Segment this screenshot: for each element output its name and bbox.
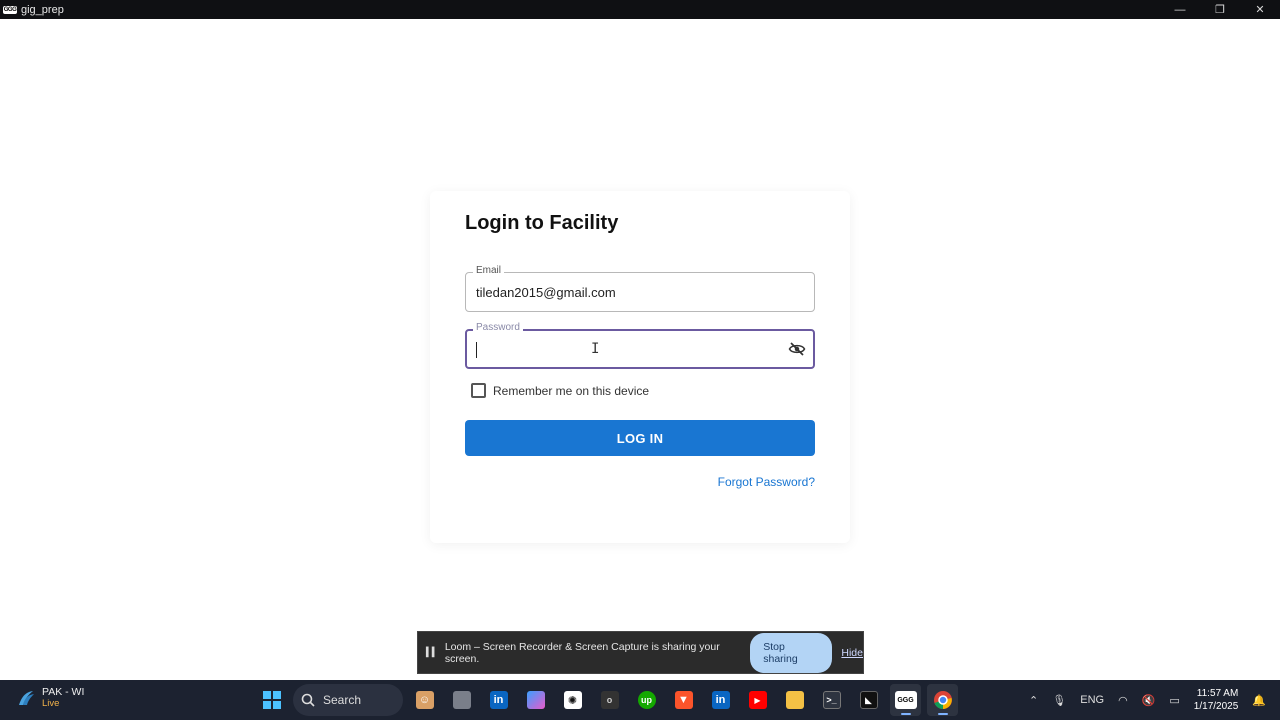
window-title: gig_prep	[21, 3, 64, 16]
chrome-icon[interactable]	[927, 684, 958, 716]
window-controls: — ❐ ✕	[1160, 0, 1280, 19]
text-caret	[476, 342, 477, 358]
search-label: Search	[323, 693, 362, 707]
loom-sharing-bar: ▍▍ Loom – Screen Recorder & Screen Captu…	[417, 631, 864, 674]
language-indicator[interactable]: ENG	[1080, 694, 1104, 706]
stop-sharing-button[interactable]: Stop sharing	[750, 632, 833, 673]
speaker-muted-icon[interactable]: 🔇	[1142, 694, 1156, 707]
linkedin-icon[interactable]: in	[705, 684, 736, 716]
cursor-icon[interactable]: ◣	[853, 684, 884, 716]
ggg-icon[interactable]: GGG	[890, 684, 921, 716]
close-button[interactable]: ✕	[1240, 0, 1280, 19]
search-icon	[301, 693, 315, 707]
login-card: Login to Facility Email tiledan2015@gmai…	[430, 191, 850, 543]
wifi-icon[interactable]: ◠	[1118, 694, 1128, 707]
battery-icon[interactable]: ▭	[1169, 694, 1179, 707]
ggg-label: GGG	[894, 691, 917, 709]
app-icon: GGG	[3, 5, 17, 14]
notification-bell-icon[interactable]: 🔔	[1252, 694, 1266, 707]
chatgpt-icon[interactable]: ✺	[557, 684, 588, 716]
email-field[interactable]: Email tiledan2015@gmail.com	[465, 265, 815, 312]
pause-icon[interactable]: ▍▍	[426, 647, 439, 658]
window-title-bar: GGG gig_prep — ❐ ✕	[0, 0, 1280, 19]
minimize-button[interactable]: —	[1160, 0, 1200, 19]
o-app-icon[interactable]: o	[594, 684, 625, 716]
file-explorer-icon[interactable]	[446, 684, 477, 716]
password-field[interactable]: Password I	[465, 322, 815, 369]
mouse-cursor-icon: I	[591, 341, 600, 357]
terminal-icon[interactable]: >_	[816, 684, 847, 716]
eye-off-icon[interactable]	[787, 340, 807, 358]
system-tray: ⌃ 🎙 ENG ◠ 🔇 ▭ 11:57 AM 1/17/2025 🔔	[1029, 680, 1280, 720]
loom-message: Loom – Screen Recorder & Screen Capture …	[444, 640, 720, 665]
weather-icon	[19, 690, 34, 705]
taskbar: PAK - WI Live Search ☺ in ✺ o up ▼ in ▶ …	[0, 680, 1280, 720]
login-heading: Login to Facility	[465, 212, 619, 234]
upwork-icon[interactable]: up	[631, 684, 662, 716]
restore-button[interactable]: ❐	[1200, 0, 1240, 19]
taskbar-apps: Search ☺ in ✺ o up ▼ in ▶ >_ ◣ GGG	[256, 684, 964, 716]
clock-time: 11:57 AM	[1196, 688, 1239, 699]
password-label: Password	[473, 322, 523, 333]
email-value[interactable]: tiledan2015@gmail.com	[476, 285, 616, 300]
taskbar-search[interactable]: Search	[293, 684, 403, 716]
weather-status: Live	[42, 698, 60, 709]
start-icon[interactable]	[256, 684, 287, 716]
page-content: Login to Facility Email tiledan2015@gmai…	[0, 19, 1280, 680]
remember-checkbox[interactable]	[471, 383, 486, 398]
remember-label: Remember me on this device	[493, 383, 650, 398]
youtube-icon[interactable]: ▶	[742, 684, 773, 716]
microphone-icon[interactable]: 🎙	[1052, 694, 1066, 707]
folder-icon[interactable]	[779, 684, 810, 716]
linkedin-icon[interactable]: in	[483, 684, 514, 716]
copilot-icon[interactable]	[520, 684, 551, 716]
weather-widget[interactable]: PAK - WI Live	[16, 686, 84, 709]
hide-link[interactable]: Hide	[841, 647, 863, 659]
people-icon[interactable]: ☺	[409, 684, 440, 716]
email-label: Email	[473, 265, 505, 276]
clock-date: 1/17/2025	[1193, 701, 1239, 712]
weather-location: PAK - WI	[42, 686, 85, 698]
forgot-password-link[interactable]: Forgot Password?	[718, 475, 815, 489]
clock[interactable]: 11:57 AM 1/17/2025	[1194, 687, 1239, 713]
login-button[interactable]: LOG IN	[465, 420, 815, 456]
brave-icon[interactable]: ▼	[668, 684, 699, 716]
chevron-up-icon[interactable]: ⌃	[1029, 694, 1038, 707]
remember-me[interactable]: Remember me on this device	[471, 383, 649, 398]
